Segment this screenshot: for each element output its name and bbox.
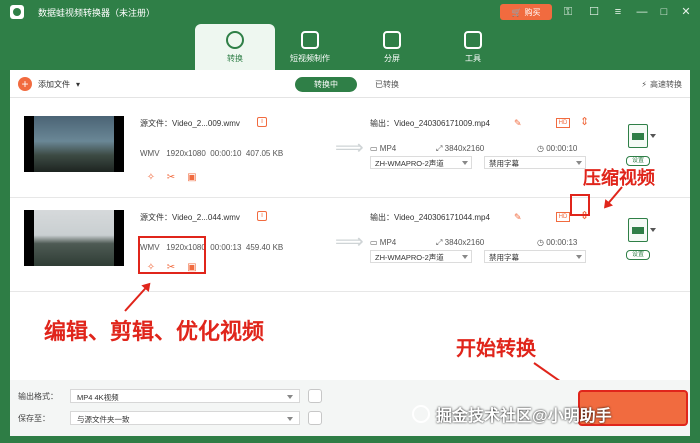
source-size: 459.40 KB [245,243,284,252]
video-thumbnail-1[interactable] [24,116,124,172]
source-resolution: 1920x1080 [166,149,206,158]
edit-icon[interactable]: ▣ [186,172,198,184]
output-resolution: ⤢ 3840x2160 [436,144,485,153]
video-thumbnail-2[interactable] [24,210,124,266]
high-speed-button[interactable]: ⚡ 高速转换 [641,77,682,92]
tab-converted[interactable]: 已转换 [366,77,408,92]
output-file-name: 输出：Video_240306171044.mp4 [370,213,490,222]
output-format: ▭ MP4 [370,238,397,247]
maximize-icon[interactable]: □ [656,4,672,20]
plus-icon: + [18,77,32,91]
window-title: 数据蛙视频转换器（未注册） [38,7,156,18]
arrow-right-icon: ⟹ [335,231,364,253]
subtitle-select[interactable]: 禁用字幕 [484,250,586,263]
toolbox-icon [464,30,482,49]
hd-icon[interactable]: HD [556,212,570,222]
buy-button[interactable]: 🛒 购买 [500,4,552,20]
subtitle-select[interactable]: 禁用字幕 [484,156,586,169]
output-format-select[interactable]: MP4 4K视频 [70,389,300,403]
tab-convert-label: 转换 [227,53,243,63]
chevron-down-icon[interactable] [650,134,656,138]
output-format: ▭ MP4 [370,144,397,153]
compress-icon[interactable]: ⇕ [580,115,589,128]
output-format-label: 输出格式： [18,392,58,401]
settings-button[interactable]: 设置 [626,250,650,260]
watermark-icon [412,405,430,423]
folder-icon[interactable] [308,411,322,425]
tab-short-video[interactable]: 短视频制作 [270,24,350,70]
audio-track-select[interactable]: ZH-WMAPRO-2声道 [370,156,472,169]
app-logo-icon [10,5,24,19]
tab-short-video-label: 短视频制作 [290,53,330,63]
annotation-start: 开始转换 [456,338,536,360]
menu-icon[interactable]: ≡ [610,4,626,20]
annotation-compress: 压缩视频 [583,168,655,188]
annotation-edit-trim-optimize: 编辑、剪辑、优化视频 [44,319,265,344]
close-icon[interactable]: ✕ [678,4,694,20]
watermark: 掘金技术社区@小明助手 [412,402,692,426]
source-format: WMV [140,149,160,158]
copy-settings-icon[interactable] [308,389,322,403]
info-icon[interactable]: i [257,211,267,221]
arrow-right-icon: ⟹ [335,137,364,159]
hd-icon[interactable]: HD [556,118,570,128]
high-speed-label: 高速转换 [650,80,682,89]
output-duration: ◷ 00:00:13 [537,238,578,247]
rename-icon[interactable]: ✎ [514,212,522,223]
output-file-name: 输出：Video_240306171009.mp4 [370,119,490,128]
mp4-file-icon[interactable] [628,218,648,242]
source-meta: WMV 1920x1080 00:00:10 407.05 KB [140,149,283,158]
split-screen-icon [383,30,401,49]
mp4-file-icon[interactable] [628,124,648,148]
chat-icon[interactable]: ☐ [586,4,602,20]
source-file-name: 源文件：Video_2...044.wmv [140,213,240,222]
highlight-box-compress [570,194,590,216]
lightning-icon: ⚡ [641,80,647,89]
save-to-select[interactable]: 与源文件夹一致 [70,411,300,425]
toolbar: + 添加文件 ▾ 转换中 已转换 ⚡ 高速转换 [10,70,690,98]
chevron-down-icon: ▾ [76,79,81,89]
add-file-label: 添加文件 [38,79,70,89]
highlight-box-tools [138,236,206,274]
tab-split-screen-label: 分屏 [384,53,400,63]
output-resolution: ⤢ 3840x2160 [436,238,485,247]
save-to-label: 保存至： [18,414,50,423]
convert-icon [226,30,244,49]
tv-icon [301,30,319,49]
enhance-icon[interactable]: ✧ [145,172,157,184]
watermark-text: 掘金技术社区@小明助手 [436,408,612,425]
source-size: 407.05 KB [245,149,284,158]
info-icon[interactable]: i [257,117,267,127]
source-duration: 00:00:10 [210,149,242,158]
tab-split-screen[interactable]: 分屏 [352,24,432,70]
tab-converting[interactable]: 转换中 [295,77,357,92]
minimize-icon[interactable]: — [634,4,650,20]
tab-convert[interactable]: 转换 [195,24,275,70]
cart-icon: 🛒 [511,7,522,17]
source-duration: 00:00:13 [210,243,242,252]
add-file-button[interactable]: + 添加文件 ▾ [18,77,80,91]
output-duration: ◷ 00:00:10 [537,144,578,153]
key-icon[interactable]: ⚿ [560,4,576,20]
rename-icon[interactable]: ✎ [514,118,522,129]
tab-tools-label: 工具 [465,53,481,63]
source-file-name: 源文件：Video_2...009.wmv [140,119,240,128]
tab-tools[interactable]: 工具 [433,24,513,70]
buy-label: 购买 [524,7,541,17]
main-tabs: 转换 短视频制作 分屏 工具 [0,24,700,70]
chevron-down-icon[interactable] [650,228,656,232]
title-bar: 数据蛙视频转换器（未注册） 🛒 购买 ⚿ ☐ ≡ — □ ✕ [0,0,700,24]
scissors-icon[interactable]: ✂ [165,172,177,184]
audio-track-select[interactable]: ZH-WMAPRO-2声道 [370,250,472,263]
